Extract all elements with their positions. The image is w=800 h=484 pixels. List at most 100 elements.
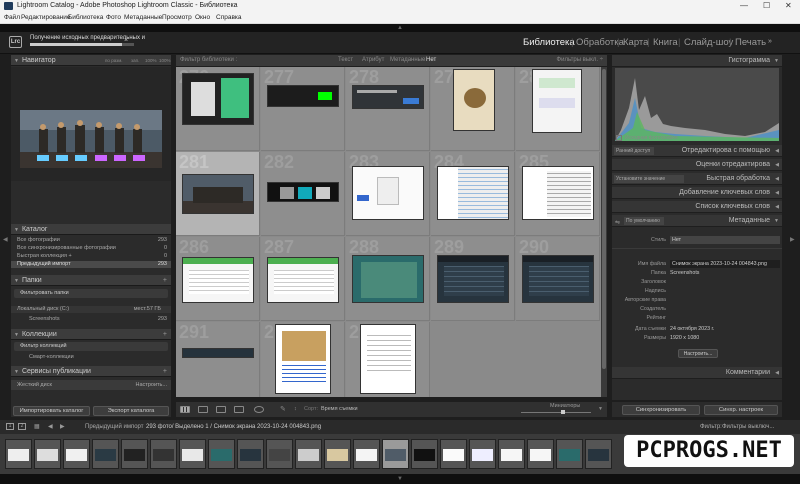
scroll-thumb[interactable] [602, 69, 606, 369]
filmstrip-thumbnail[interactable] [266, 439, 293, 469]
more-modules-icon[interactable]: » [768, 38, 772, 45]
module-book[interactable]: Книга [653, 37, 678, 48]
menu-edit[interactable]: Редактирование [21, 14, 71, 21]
preset-value-select[interactable]: Установите значение [614, 175, 684, 183]
grid-cell[interactable]: 293 [346, 322, 430, 397]
thumbnail[interactable] [182, 174, 254, 214]
forward-icon[interactable]: ▶ [60, 420, 65, 434]
menu-file[interactable]: Файл [4, 14, 20, 21]
minimize-button[interactable]: — [740, 1, 748, 10]
loupe-view-icon[interactable] [198, 406, 208, 413]
thumbnail[interactable] [182, 257, 254, 303]
metadata-menu-icon[interactable]: ⇋ [614, 217, 620, 229]
filmstrip-filter-select[interactable]: Фильтры выключ... [722, 420, 774, 434]
menu-photo[interactable]: Фото [106, 14, 121, 21]
add-collection-icon[interactable]: + [163, 329, 167, 340]
filmstrip-thumbnail[interactable] [469, 439, 496, 469]
maximize-button[interactable]: ☐ [763, 1, 770, 10]
grid-cell[interactable]: 283 [346, 152, 430, 236]
grid-cell[interactable]: 291 [176, 322, 260, 397]
filter-tab-text[interactable]: Текст [338, 55, 353, 66]
sort-value[interactable]: Время съемки [321, 406, 358, 412]
thumbnail[interactable] [182, 73, 254, 125]
filter-tab-metadata[interactable]: Метаданные [390, 55, 425, 66]
bottom-panel-toggle[interactable]: ▼ [0, 474, 800, 484]
thumbnail[interactable] [352, 166, 424, 220]
grid-cell[interactable]: 286 [176, 237, 260, 321]
page-1-button[interactable]: 1 [6, 423, 14, 430]
survey-view-icon[interactable] [234, 406, 244, 413]
grid-cell[interactable]: 278 [346, 67, 430, 151]
menu-view[interactable]: Просмотр [162, 14, 192, 21]
thumbnail[interactable] [267, 257, 339, 303]
grid-nav-icon[interactable]: ▦ [34, 420, 40, 434]
grid-cell-selected[interactable]: 281 [176, 152, 260, 236]
sort-direction-icon[interactable]: ↕ [294, 406, 297, 412]
smart-collections-item[interactable]: Смарт-коллекции [11, 354, 171, 361]
catalog-item-previous-import[interactable]: Предыдущий импорт 293 [11, 261, 171, 268]
zoom-custom[interactable]: 100% [159, 55, 171, 66]
zoom-100[interactable]: 100% [145, 55, 157, 66]
filter-tab-none[interactable]: Нет [426, 55, 436, 66]
right-panel-toggle[interactable]: ▶ [790, 236, 795, 243]
grid-view-icon[interactable] [180, 406, 190, 413]
filename-field[interactable]: Снимок экрана 2023-10-24 004843.png [670, 260, 780, 268]
module-map[interactable]: Карта [623, 37, 648, 48]
grid-scrollbar[interactable] [601, 67, 607, 397]
menu-window[interactable]: Окно [195, 14, 210, 21]
import-catalog-button[interactable]: Импортировать каталог [13, 406, 90, 416]
navigator-header[interactable]: ▼ Навигатор по разм. зап. 100% 100% [11, 55, 171, 66]
thumbnail[interactable] [182, 348, 254, 358]
thumbnail[interactable] [437, 166, 509, 220]
menu-metadata[interactable]: Метаданные [124, 14, 162, 21]
filmstrip-thumbnail[interactable] [440, 439, 467, 469]
filmstrip-thumbnail[interactable] [179, 439, 206, 469]
thumbnail-size-slider[interactable] [521, 410, 591, 414]
filmstrip-thumbnail[interactable] [585, 439, 612, 469]
grid-cell[interactable]: 276 [176, 67, 260, 151]
compare-view-icon[interactable] [216, 406, 226, 413]
catalog-item-synced[interactable]: Все синхронизированные фотографии 0 [11, 245, 171, 252]
filter-preset-select[interactable]: Фильтры выкл. ÷ [557, 55, 603, 66]
keyword-list-header[interactable]: Список ключевых слов ◀ [612, 201, 782, 213]
grid-cell[interactable]: 277 [261, 67, 345, 151]
metadata-header[interactable]: ⇋ По умолчанию Метаданные ▼ [612, 215, 782, 227]
catalog-header[interactable]: ▼ Каталог [11, 224, 171, 235]
thumbnail[interactable] [522, 166, 594, 220]
collections-header[interactable]: ▼ Коллекции + [11, 329, 171, 340]
preset-select[interactable]: Ранний доступ [614, 147, 654, 155]
thumbnail[interactable] [267, 182, 339, 202]
thumbnail[interactable] [352, 85, 424, 109]
metadata-style-select[interactable]: Нет [670, 236, 780, 244]
grid-cell[interactable]: 287 [261, 237, 345, 321]
grid-cell[interactable]: 289 [431, 237, 515, 321]
filmstrip-source[interactable]: Предыдущий импорт [85, 420, 144, 434]
page-2-button[interactable]: 2 [18, 423, 26, 430]
quick-develop-panel-header[interactable]: Установите значение Быстрая обработка ◀ [612, 173, 782, 185]
painter-icon[interactable]: ✎ [280, 405, 286, 413]
keywording-header[interactable]: Добавление ключевых слов ◀ [612, 187, 782, 199]
filmstrip-thumbnail[interactable] [208, 439, 235, 469]
filmstrip-thumbnail[interactable] [63, 439, 90, 469]
filmstrip-thumbnail[interactable] [556, 439, 583, 469]
catalog-item-all[interactable]: Все фотографии 293 [11, 237, 171, 244]
filmstrip-thumbnail[interactable] [527, 439, 554, 469]
filmstrip-thumbnail[interactable] [411, 439, 438, 469]
thumbnail[interactable] [267, 85, 339, 107]
back-icon[interactable]: ◀ [48, 420, 53, 434]
catalog-item-quick-collection[interactable]: Быстрая коллекция +0 [11, 253, 171, 260]
grid-cell[interactable]: 284 [431, 152, 515, 236]
filter-folders-field[interactable]: Фильтровать папки [14, 289, 168, 298]
module-library[interactable]: Библиотека [523, 37, 575, 48]
filmstrip-thumbnail[interactable] [92, 439, 119, 469]
add-folder-icon[interactable]: + [163, 275, 167, 286]
grid-cell[interactable]: 288 [346, 237, 430, 321]
metadata-preset-select[interactable]: По умолчанию [624, 217, 664, 225]
module-print[interactable]: Печать [735, 37, 766, 48]
grid-cell[interactable]: 292 [261, 322, 345, 397]
filmstrip-thumbnail[interactable] [5, 439, 32, 469]
volume-local-disk[interactable]: Локальный диск (C:) мест.57 ГБ [11, 306, 171, 313]
slider-handle[interactable] [561, 410, 565, 414]
zoom-fit[interactable]: по разм. [105, 55, 123, 66]
thumbnail[interactable] [360, 324, 416, 394]
